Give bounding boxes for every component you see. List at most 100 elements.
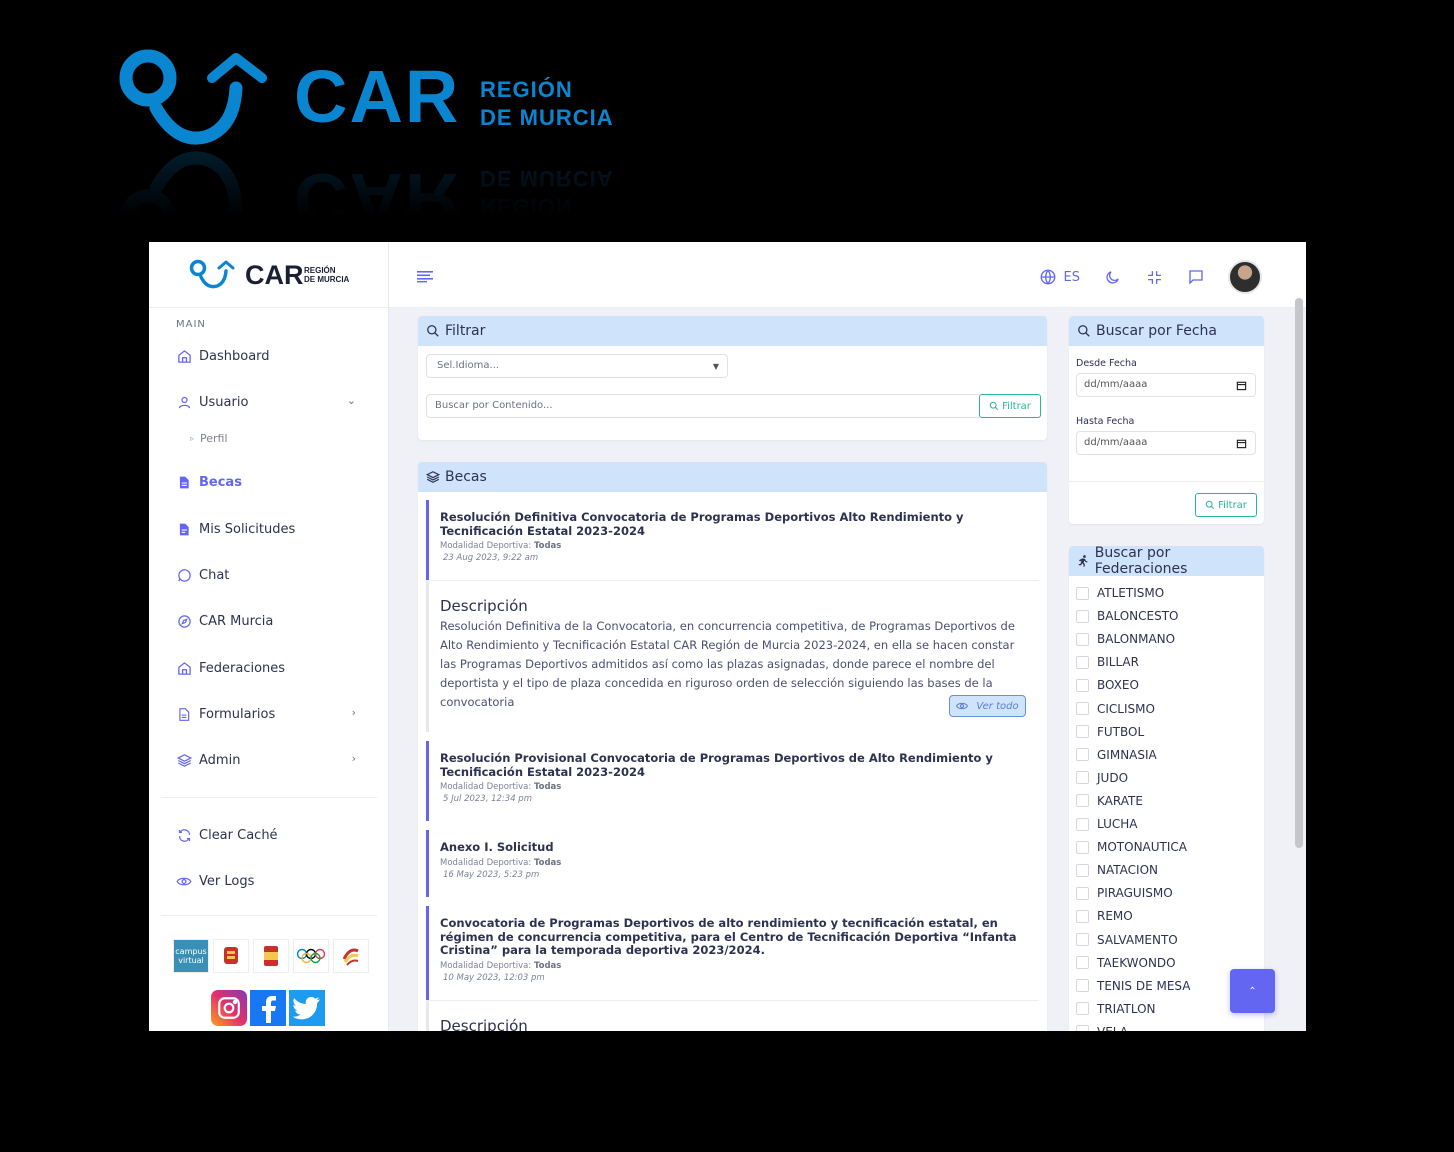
federacion-checkbox-item[interactable]: FUTBOL (1076, 725, 1144, 739)
checkbox[interactable] (1076, 817, 1089, 831)
refresh-icon (176, 827, 192, 843)
federacion-checkbox-item[interactable]: TRIATLON (1076, 1002, 1156, 1016)
federacion-checkbox-item[interactable]: LUCHA (1076, 817, 1137, 831)
sidebar-item-car-murcia[interactable]: CAR Murcia (176, 610, 366, 632)
sidebar-item-clear-cache[interactable]: Clear Caché (176, 824, 366, 846)
checkbox[interactable] (1076, 794, 1089, 808)
federacion-checkbox-item[interactable]: NATACION (1076, 863, 1158, 877)
language-selector[interactable]: ES (1039, 268, 1080, 286)
moon-icon[interactable] (1102, 267, 1122, 287)
paralympic-logo[interactable] (333, 939, 369, 973)
checkbox[interactable] (1076, 886, 1089, 900)
search-icon (989, 401, 999, 411)
federacion-checkbox-item[interactable]: REMO (1076, 909, 1133, 923)
federacion-checkbox-item[interactable]: GIMNASIA (1076, 748, 1157, 762)
campus-virtual-logo[interactable]: campus virtual (173, 939, 209, 973)
olympic-rings-logo[interactable] (293, 939, 329, 973)
search-icon (427, 325, 439, 337)
sidebar-item-federaciones[interactable]: Federaciones (176, 657, 366, 679)
beca-item[interactable]: Resolución Definitiva Convocatoria de Pr… (426, 500, 1039, 580)
federacion-checkbox-item[interactable]: PIRAGUISMO (1076, 886, 1173, 900)
checkbox[interactable] (1076, 933, 1089, 946)
sidebar-logo[interactable]: CAR REGIÓN DE MURCIA (149, 242, 388, 308)
checkbox[interactable] (1076, 609, 1089, 623)
federacion-checkbox-item[interactable]: KARATE (1076, 794, 1143, 808)
home-icon (176, 660, 192, 676)
date-filter-button[interactable]: Filtrar (1195, 493, 1257, 517)
layers-icon (426, 471, 440, 483)
sidebar-item-chat[interactable]: Chat (176, 564, 366, 586)
beca-description: Descripción Resolución Definitiva de la … (426, 580, 1039, 732)
scroll-to-top-button[interactable]: ⌃ (1230, 969, 1275, 1013)
message-icon[interactable] (1186, 267, 1206, 287)
beca-item[interactable]: Convocatoria de Programas Deportivos de … (426, 906, 1039, 1000)
sidebar-item-ver-logs[interactable]: Ver Logs (176, 870, 366, 892)
checkbox[interactable] (1076, 771, 1089, 785)
federacion-checkbox-item[interactable]: SALVAMENTO (1076, 933, 1178, 947)
desde-fecha-input[interactable]: dd/mm/aaaa (1076, 373, 1256, 397)
federacion-checkbox-item[interactable]: CICLISMO (1076, 702, 1155, 716)
checkbox[interactable] (1076, 678, 1089, 692)
checkbox[interactable] (1076, 956, 1089, 970)
checkbox[interactable] (1076, 909, 1089, 923)
search-icon (1205, 500, 1215, 510)
sidebar-item-mis-solicitudes[interactable]: Mis Solicitudes (176, 518, 366, 540)
federacion-label: FUTBOL (1097, 724, 1145, 739)
federacion-checkbox-item[interactable]: JUDO (1076, 771, 1128, 785)
twitter-icon[interactable] (289, 990, 325, 1026)
checkbox[interactable] (1076, 840, 1089, 854)
facebook-icon[interactable] (250, 990, 286, 1026)
murcia-crest-logo[interactable] (213, 939, 249, 973)
federacion-checkbox-item[interactable]: BALONCESTO (1076, 609, 1178, 623)
content-search-input[interactable]: Buscar por Contenido... (426, 394, 980, 418)
federacion-label: LUCHA (1097, 817, 1138, 831)
beca-item[interactable]: Resolución Provisional Convocatoria de P… (426, 741, 1039, 821)
checkbox[interactable] (1076, 725, 1089, 739)
federacion-checkbox-item[interactable]: BILLAR (1076, 655, 1139, 669)
federacion-checkbox-item[interactable]: BALONMANO (1076, 632, 1175, 646)
federacion-checkbox-item[interactable]: VELA (1076, 1025, 1128, 1031)
eye-icon (956, 702, 969, 710)
fullscreen-exit-icon[interactable] (1144, 267, 1164, 287)
sidebar-subitem-perfil[interactable]: ▹ Perfil (190, 432, 228, 445)
sidebar-item-admin[interactable]: Admin › (176, 749, 366, 771)
chat-icon (176, 567, 192, 583)
federacion-checkbox-item[interactable]: BOXEO (1076, 678, 1139, 692)
beca-item[interactable]: Anexo I. Solicitud Modalidad Deportiva: … (426, 830, 1039, 897)
divider (1069, 481, 1264, 482)
sidebar-section-label: MAIN (176, 319, 206, 330)
checkbox[interactable] (1076, 1025, 1089, 1031)
sidebar: CAR REGIÓN DE MURCIA MAIN Dashboard Usua… (149, 242, 389, 1031)
sidebar-item-usuario[interactable]: Usuario ⌄ (176, 391, 366, 413)
avatar[interactable] (1228, 260, 1262, 294)
main-content: Filtrar Sel.Idioma... ▼ Buscar por Conte… (389, 308, 1306, 1031)
instagram-icon[interactable] (211, 990, 247, 1026)
federacion-checkbox-item[interactable]: ATLETISMO (1076, 586, 1164, 600)
ver-todo-button[interactable]: Ver todo (949, 695, 1026, 717)
car-logo-reflection: CAR REGIÓN DE MURCIA (118, 148, 638, 248)
language-select[interactable]: Sel.Idioma... ▼ (426, 354, 728, 378)
menu-toggle-icon[interactable] (417, 268, 433, 287)
federacion-checkbox-item[interactable]: MOTONAUTICA (1076, 840, 1187, 854)
checkbox[interactable] (1076, 979, 1089, 993)
spain-crest-logo[interactable] (253, 939, 289, 973)
checkbox[interactable] (1076, 632, 1089, 646)
hasta-fecha-input[interactable]: dd/mm/aaaa (1076, 431, 1256, 455)
scrollbar[interactable] (1295, 298, 1303, 848)
checkbox[interactable] (1076, 655, 1089, 669)
checkbox[interactable] (1076, 702, 1089, 715)
sidebar-item-formularios[interactable]: Formularios › (176, 703, 366, 725)
checkbox[interactable] (1076, 748, 1089, 762)
filter-button[interactable]: Filtrar (979, 394, 1041, 418)
filter-card: Filtrar Sel.Idioma... ▼ Buscar por Conte… (418, 316, 1047, 440)
sidebar-item-dashboard[interactable]: Dashboard (176, 345, 366, 367)
date-search-card: Buscar por Fecha Desde Fecha dd/mm/aaaa … (1069, 316, 1264, 524)
checkbox[interactable] (1076, 1002, 1089, 1016)
federacion-checkbox-item[interactable]: TAEKWONDO (1076, 956, 1176, 970)
sidebar-item-becas[interactable]: Becas (176, 471, 366, 493)
federacion-label: TENIS DE MESA (1097, 978, 1191, 993)
federacion-checkbox-item[interactable]: TENIS DE MESA (1076, 979, 1190, 993)
checkbox[interactable] (1076, 586, 1089, 600)
checkbox[interactable] (1076, 863, 1089, 877)
federacion-label: BOXEO (1097, 678, 1139, 693)
